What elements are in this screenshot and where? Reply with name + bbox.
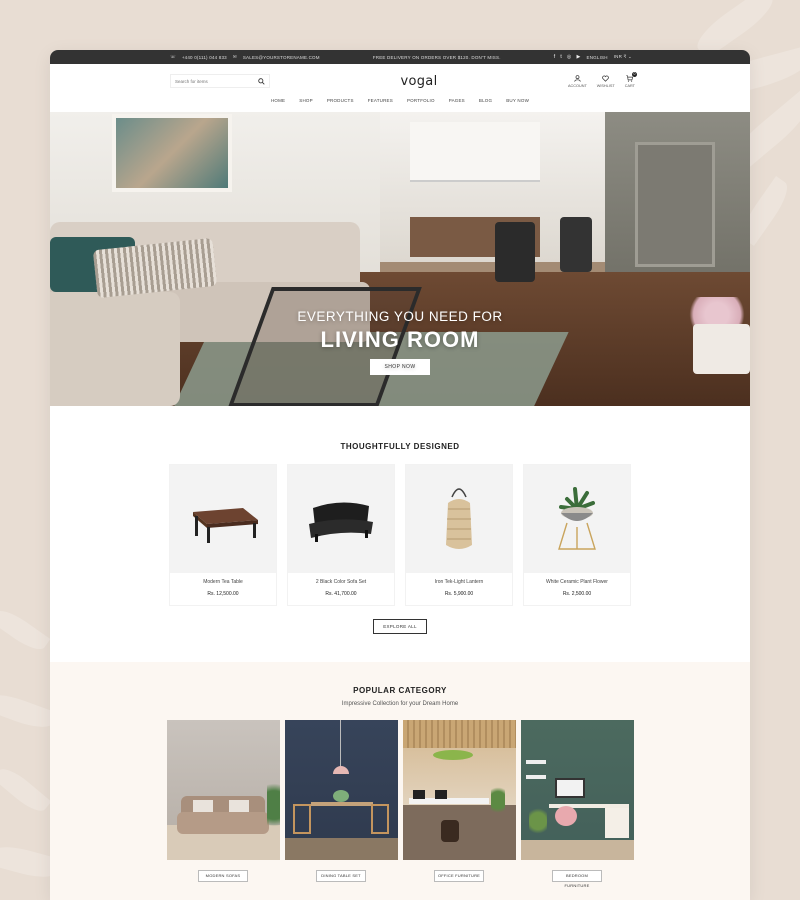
nav-item-pages[interactable]: PAGES <box>449 98 465 103</box>
category-button[interactable]: BEDROOM FURNITURE <box>552 870 602 888</box>
search-box <box>170 74 270 88</box>
category-card[interactable]: DINING TABLE SET <box>284 720 398 882</box>
social-links: f t ◎ ▶ <box>554 54 581 60</box>
hero-painting <box>112 114 232 192</box>
category-card[interactable]: MODERN SOFAS <box>166 720 280 882</box>
wishlist-label: WISHLIST <box>596 83 615 88</box>
nav-item-products[interactable]: PRODUCTS <box>327 98 354 103</box>
nav-item-shop[interactable]: SHOP <box>299 98 313 103</box>
search-icon[interactable] <box>258 77 265 85</box>
category-card[interactable]: OFFICE FURNITURE <box>402 720 516 882</box>
heart-icon <box>602 75 610 82</box>
phone-icon: ☏ <box>170 54 176 59</box>
sofa-image <box>309 502 373 542</box>
product-name[interactable]: Modern Tea Table <box>170 579 276 585</box>
nav-item-buy-now[interactable]: BUY NOW <box>506 98 529 103</box>
background-leaf <box>0 604 51 656</box>
currency-selector[interactable]: INR ₹ ⌄ <box>614 54 632 60</box>
cart-count-badge: 0 <box>631 71 637 77</box>
plant-image <box>558 487 596 550</box>
email-address[interactable]: SALES@YOURSTORENAME.COM <box>243 55 320 60</box>
site-header: vogal ACCOUNT WISHLIST CART <box>50 64 750 98</box>
hero-door <box>635 142 715 267</box>
category-image[interactable] <box>166 720 280 860</box>
top-bar: ☏ +440 0(111) 044 833 ✉ SALES@YOURSTOREN… <box>50 50 750 64</box>
browser-frame: ☏ +440 0(111) 044 833 ✉ SALES@YOURSTOREN… <box>50 50 750 900</box>
featured-title: THOUGHTFULLY DESIGNED <box>340 442 460 451</box>
category-button[interactable]: DINING TABLE SET <box>316 870 366 882</box>
explore-all-button[interactable]: EXPLORE ALL <box>373 619 427 634</box>
language-selector[interactable]: ENGLISH <box>587 55 608 60</box>
nav-item-blog[interactable]: BLOG <box>479 98 492 103</box>
category-button[interactable]: OFFICE FURNITURE <box>434 870 484 882</box>
product-price: Rs. 41,700.00 <box>325 591 357 597</box>
account-button[interactable]: ACCOUNT <box>567 74 587 88</box>
hero-upper-cabinets <box>410 122 540 182</box>
product-image[interactable] <box>406 465 512 573</box>
product-card[interactable]: 2 Black Color Sofa Set Rs. 41,700.00 <box>288 465 394 605</box>
category-image[interactable] <box>402 720 516 860</box>
product-card[interactable]: Modern Tea Table Rs. 12,500.00 <box>170 465 276 605</box>
category-subtitle: Impressive Collection for your Dream Hom… <box>341 701 459 707</box>
twitter-icon[interactable]: t <box>560 54 562 60</box>
hero-banner: EVERYTHING YOU NEED FOR LIVING ROOM SHOP… <box>50 112 750 406</box>
nav-item-portfolio[interactable]: PORTFOLIO <box>407 98 435 103</box>
background-leaf <box>0 763 52 817</box>
user-icon <box>574 74 581 82</box>
product-price: Rs. 12,500.00 <box>207 591 239 597</box>
chevron-down-icon: ⌄ <box>628 54 632 59</box>
phone-number[interactable]: +440 0(111) 044 833 <box>182 55 227 60</box>
hero-dining-chair <box>560 217 592 272</box>
hero-subtitle: EVERYTHING YOU NEED FOR <box>297 309 503 324</box>
account-label: ACCOUNT <box>567 83 587 88</box>
background-leaf <box>0 688 57 734</box>
tea-table-image <box>193 508 258 543</box>
promo-text: FREE DELIVERY ON ORDERS OVER $120. DON'T… <box>372 54 501 60</box>
facebook-icon[interactable]: f <box>554 54 556 60</box>
currency-label: INR ₹ <box>613 54 627 59</box>
product-name[interactable]: White Ceramic Plant Flower <box>524 579 630 585</box>
product-image[interactable] <box>524 465 630 573</box>
product-image[interactable] <box>170 465 276 573</box>
hero-title: LIVING ROOM <box>320 327 480 352</box>
search-input[interactable] <box>175 78 255 84</box>
site-logo[interactable]: vogal <box>401 74 438 89</box>
product-card[interactable]: White Ceramic Plant Flower Rs. 2,500.00 <box>524 465 630 605</box>
nav-item-home[interactable]: HOME <box>271 98 285 103</box>
mail-icon: ✉ <box>232 54 237 59</box>
category-button[interactable]: MODERN SOFAS <box>198 870 248 882</box>
lantern-image <box>446 488 472 549</box>
category-grid: MODERN SOFAS DINING TABLE SET OFFICE FUR… <box>50 720 750 888</box>
youtube-icon[interactable]: ▶ <box>576 54 580 60</box>
category-card[interactable]: BEDROOM FURNITURE <box>520 720 634 888</box>
category-image[interactable] <box>284 720 398 860</box>
product-name[interactable]: Iron Tek-Light Lantern <box>406 579 512 585</box>
product-price: Rs. 5,900.00 <box>444 591 474 597</box>
main-nav: HOME SHOP PRODUCTS FEATURES PORTFOLIO PA… <box>50 98 750 112</box>
category-image[interactable] <box>520 720 634 860</box>
product-card[interactable]: Iron Tek-Light Lantern Rs. 5,900.00 <box>406 465 512 605</box>
cart-label: CART <box>624 83 635 88</box>
nav-item-features[interactable]: FEATURES <box>368 98 393 103</box>
product-name[interactable]: 2 Black Color Sofa Set <box>288 579 394 585</box>
hero-dining-chair <box>495 222 535 282</box>
product-image[interactable] <box>288 465 394 573</box>
wishlist-button[interactable]: WISHLIST <box>597 75 615 88</box>
product-price: Rs. 2,500.00 <box>562 591 592 597</box>
hero-text: EVERYTHING YOU NEED FOR LIVING ROOM SHOP… <box>50 309 750 375</box>
featured-section: THOUGHTFULLY DESIGNED Modern Tea Table R… <box>50 406 750 634</box>
product-grid: Modern Tea Table Rs. 12,500.00 2 Black C… <box>50 465 750 605</box>
shop-now-button[interactable]: SHOP NOW <box>370 359 430 375</box>
category-title: POPULAR CATEGORY <box>353 686 447 695</box>
cart-button[interactable]: CART 0 <box>624 71 637 88</box>
category-section: POPULAR CATEGORY Impressive Collection f… <box>50 662 750 900</box>
instagram-icon[interactable]: ◎ <box>567 54 572 60</box>
